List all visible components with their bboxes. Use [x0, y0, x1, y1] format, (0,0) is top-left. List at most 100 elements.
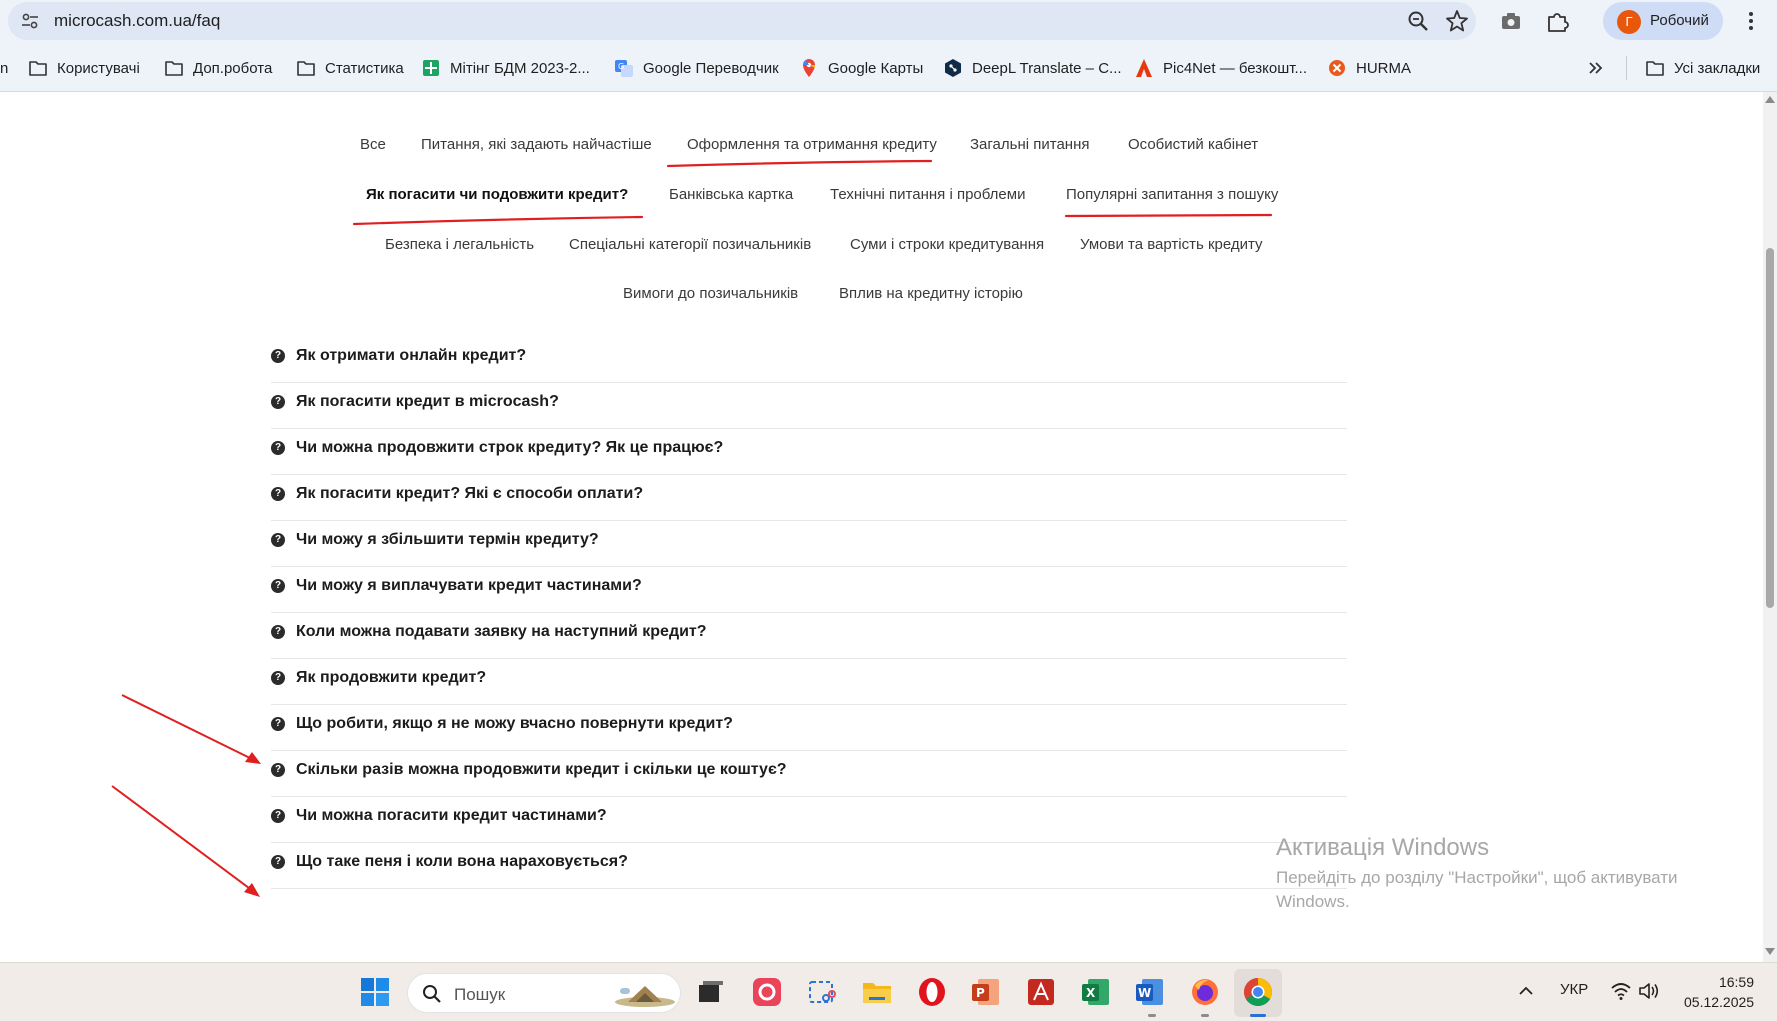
zoom-icon[interactable] — [1405, 8, 1431, 34]
tab-most-asked[interactable]: Питання, які задають найчастіше — [421, 136, 652, 153]
wifi-icon[interactable] — [1610, 981, 1632, 1001]
tab-borrower-requirements[interactable]: Вимоги до позичальників — [623, 285, 798, 302]
profile-button[interactable]: Г Робочий — [1603, 2, 1723, 40]
bookmark-google-maps[interactable]: Google Карты — [799, 56, 923, 80]
faq-item[interactable]: ? Як продовжити кредит? — [271, 659, 1347, 705]
faq-item[interactable]: ? Чи можу я виплачувати кредит частинами… — [271, 567, 1347, 613]
tab-popular-search[interactable]: Популярні запитання з пошуку — [1066, 186, 1278, 203]
bookmark-label: Статистика — [325, 59, 404, 77]
bookmark-label: Мітінг БДМ 2023-2... — [450, 59, 590, 77]
url-text[interactable]: microcash.com.ua/faq — [54, 11, 220, 31]
faq-item[interactable]: ? Як погасити кредит? Які є способи опла… — [271, 475, 1347, 521]
windows-taskbar: Пошук P X W УКР 16:59 05.12.2025 — [0, 962, 1777, 1021]
faq-item[interactable]: ? Як погасити кредит в microcash? — [271, 383, 1347, 429]
scroll-down-arrow-icon[interactable] — [1765, 948, 1775, 955]
bookmark-extra-work-folder[interactable]: Доп.робота — [164, 56, 272, 80]
watermark-title: Активація Windows — [1276, 834, 1490, 861]
tab-loan-application[interactable]: Оформлення та отримання кредиту — [687, 136, 937, 153]
tab-repay-extend[interactable]: Як погасити чи подовжити кредит? — [366, 186, 628, 203]
search-icon — [423, 985, 441, 1003]
faq-question: Що робити, якщо я не можу вчасно поверну… — [296, 715, 733, 732]
adobe-creative-cloud-icon[interactable] — [751, 976, 783, 1008]
firefox-running-indicator — [1201, 1014, 1209, 1017]
excel-icon[interactable]: X — [1080, 976, 1112, 1008]
faq-item[interactable]: ? Чи можна погасити кредит частинами? — [271, 797, 1347, 843]
clock-date: 05.12.2025 — [1684, 994, 1755, 1010]
screenshot-camera-icon[interactable] — [1498, 8, 1524, 34]
tab-technical[interactable]: Технічні питання і проблеми — [830, 186, 1025, 203]
bookmark-star-icon[interactable] — [1444, 8, 1470, 34]
system-clock[interactable]: 16:59 05.12.2025 — [1684, 972, 1754, 1012]
deepl-icon — [945, 59, 961, 77]
underline-repay-extend — [352, 215, 644, 226]
bookmark-deepl[interactable]: DeepL Translate – С... — [943, 56, 1122, 80]
chevron-up-icon[interactable] — [1517, 982, 1535, 1000]
taskbar-search[interactable]: Пошук — [407, 973, 681, 1013]
windows-start-icon[interactable] — [359, 976, 391, 1008]
bookmark-pic4net[interactable]: Pic4Net — безкошт... — [1134, 56, 1307, 80]
tab-amounts-terms[interactable]: Суми і строки кредитування — [850, 236, 1044, 253]
bookmark-hurma[interactable]: HURMA — [1327, 56, 1411, 80]
search-highlight-landscape-icon — [615, 986, 675, 1007]
faq-item[interactable]: ? Чи можу я збільшити термін кредиту? — [271, 521, 1347, 567]
faq-question: Як продовжити кредит? — [296, 669, 487, 686]
file-explorer-icon[interactable] — [861, 976, 893, 1008]
tab-conditions-cost[interactable]: Умови та вартість кредиту — [1080, 236, 1263, 253]
address-bar[interactable]: microcash.com.ua/faq — [8, 2, 1476, 40]
powerpoint-icon[interactable]: P — [970, 976, 1002, 1008]
faq-page: Все Питання, які задають найчастіше Офор… — [0, 92, 1763, 962]
faq-question: Скільки разів можна продовжити кредит і … — [296, 761, 787, 778]
tab-all[interactable]: Все — [360, 136, 386, 153]
word-icon[interactable]: W — [1134, 976, 1166, 1008]
site-settings-icon[interactable] — [20, 11, 40, 31]
page-scrollbar[interactable] — [1763, 92, 1777, 962]
bookmark-users-folder[interactable]: Користувачі — [28, 56, 140, 80]
faq-item[interactable]: ? Що таке пеня і коли вона нараховується… — [271, 843, 1347, 889]
faq-item[interactable]: ? Скільки разів можна продовжити кредит … — [271, 751, 1347, 797]
question-icon: ? — [271, 349, 285, 363]
bookmark-statistics-folder[interactable]: Статистика — [296, 56, 404, 80]
snipping-tool-icon[interactable] — [806, 976, 838, 1008]
bookmark-label: Google Карты — [828, 59, 924, 77]
bookmark-meeting-sheet[interactable]: Мітінг БДМ 2023-2... — [421, 56, 590, 80]
hurma-icon — [1329, 60, 1345, 76]
svg-text:G: G — [618, 62, 624, 71]
tab-personal-account[interactable]: Особистий кабінет — [1128, 136, 1258, 153]
bookmark-google-translate[interactable]: G Google Переводчик — [614, 56, 779, 80]
google-translate-icon: G — [615, 60, 633, 77]
faq-question: Як погасити кредит? Які є способи оплати… — [296, 485, 644, 502]
svg-text:X: X — [1086, 986, 1096, 1000]
bookmark-label: Користувачі — [57, 59, 140, 77]
firefox-icon[interactable] — [1189, 976, 1221, 1008]
question-icon: ? — [271, 809, 285, 823]
tab-special-borrowers[interactable]: Спеціальні категорії позичальників — [569, 236, 811, 253]
bookmark-label: HURMA — [1356, 59, 1411, 77]
opera-icon[interactable] — [916, 976, 948, 1008]
all-bookmarks-folder[interactable]: Усі закладки — [1645, 56, 1760, 80]
browser-menu-icon[interactable] — [1745, 8, 1757, 34]
faq-item[interactable]: ? Що робити, якщо я не можу вчасно повер… — [271, 705, 1347, 751]
acrobat-reader-icon[interactable] — [1025, 976, 1057, 1008]
sheets-icon — [423, 60, 439, 76]
tab-bank-card[interactable]: Банківська картка — [669, 186, 793, 203]
faq-item[interactable]: ? Як отримати онлайн кредит? — [271, 337, 1347, 383]
tab-security[interactable]: Безпека і легальність — [385, 236, 534, 253]
profile-name: Робочий — [1650, 12, 1709, 29]
scroll-up-arrow-icon[interactable] — [1765, 96, 1775, 103]
speaker-volume-icon[interactable] — [1638, 981, 1660, 1001]
tab-credit-history[interactable]: Вплив на кредитну історію — [839, 285, 1023, 302]
faq-item[interactable]: ? Чи можна продовжити строк кредиту? Як … — [271, 429, 1347, 475]
question-icon: ? — [271, 441, 285, 455]
extensions-puzzle-icon[interactable] — [1544, 8, 1570, 34]
bookmark-label: Google Переводчик — [643, 59, 779, 77]
scroll-thumb[interactable] — [1766, 248, 1774, 608]
chrome-icon[interactable] — [1242, 976, 1274, 1008]
chevron-double-right-icon[interactable] — [1586, 58, 1606, 78]
faq-item[interactable]: ? Коли можна подавати заявку на наступни… — [271, 613, 1347, 659]
tab-general[interactable]: Загальні питання — [970, 136, 1089, 153]
task-view-icon[interactable] — [694, 976, 726, 1008]
question-icon: ? — [271, 487, 285, 501]
input-language[interactable]: УКР — [1560, 981, 1588, 998]
clock-time: 16:59 — [1718, 974, 1754, 990]
faq-question: Як отримати онлайн кредит? — [296, 347, 527, 364]
